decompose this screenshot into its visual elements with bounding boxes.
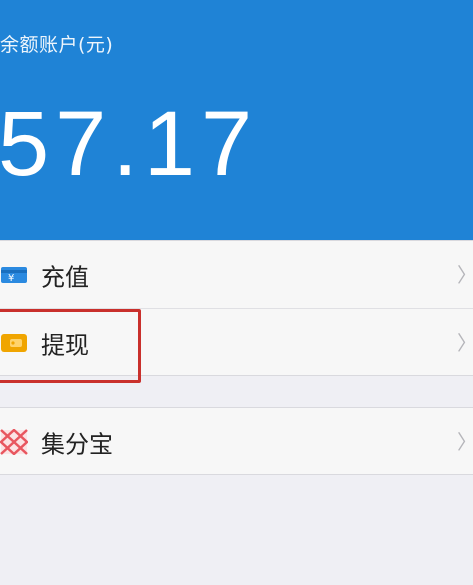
menu-item-label: 提现 (41, 331, 89, 359)
jifenbao-icon (0, 428, 28, 455)
menu-item-label: 集分宝 (41, 430, 113, 458)
menu-group-primary: ¥ 充值 〉 提现 〉 (0, 240, 473, 376)
chevron-right-icon: 〉 (457, 432, 473, 452)
menu-group-secondary: 集分宝 〉 (0, 407, 473, 475)
svg-text:¥: ¥ (8, 273, 14, 284)
chevron-right-icon: 〉 (457, 265, 473, 285)
chevron-right-icon: 〉 (457, 333, 473, 353)
menu-item-withdraw[interactable]: 提现 〉 (0, 308, 473, 376)
balance-amount: 57.17 (0, 93, 259, 195)
balance-header: 余额账户(元) 57.17 (0, 0, 473, 240)
menu-item-label: 充值 (41, 263, 89, 291)
balance-page: 余额账户(元) 57.17 ¥ 充值 〉 提现 〉 (0, 0, 473, 585)
wallet-icon (1, 333, 27, 352)
menu-item-jifenbao[interactable]: 集分宝 〉 (0, 408, 473, 475)
recharge-card-icon: ¥ (1, 266, 27, 284)
balance-account-label: 余额账户(元) (0, 34, 114, 56)
menu-item-recharge[interactable]: ¥ 充值 〉 (0, 241, 473, 308)
